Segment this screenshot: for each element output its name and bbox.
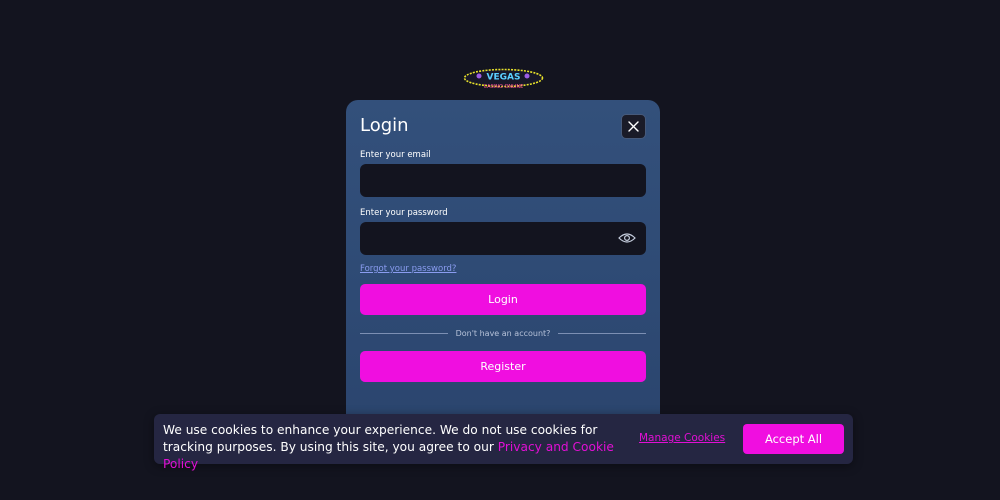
logo-text: VEGAS <box>487 73 521 83</box>
manage-cookies-link[interactable]: Manage Cookies <box>639 432 725 444</box>
password-label: Enter your password <box>360 208 448 218</box>
register-button[interactable]: Register <box>360 351 646 382</box>
close-icon <box>628 121 639 132</box>
login-button[interactable]: Login <box>360 284 646 315</box>
forgot-password-link[interactable]: Forgot your password? <box>360 264 456 274</box>
eye-icon[interactable] <box>618 232 636 244</box>
email-label: Enter your email <box>360 150 431 160</box>
close-button[interactable] <box>621 114 646 139</box>
password-field[interactable] <box>360 222 646 255</box>
site-logo[interactable]: VEGAS CASINO ONLINE <box>463 68 544 90</box>
divider-text: Don't have an account? <box>455 328 551 338</box>
login-modal: Login Enter your email Enter your passwo… <box>346 100 660 430</box>
modal-title: Login <box>360 115 409 136</box>
divider-line-right <box>558 332 646 334</box>
cookie-banner: We use cookies to enhance your experienc… <box>154 414 853 471</box>
cookie-text: We use cookies to enhance your experienc… <box>163 422 623 473</box>
email-field[interactable] <box>360 164 646 197</box>
divider: Don't have an account? <box>360 327 646 339</box>
accept-all-button[interactable]: Accept All <box>743 424 844 454</box>
divider-line-left <box>360 332 448 334</box>
logo-subtext: CASINO ONLINE <box>484 84 524 90</box>
